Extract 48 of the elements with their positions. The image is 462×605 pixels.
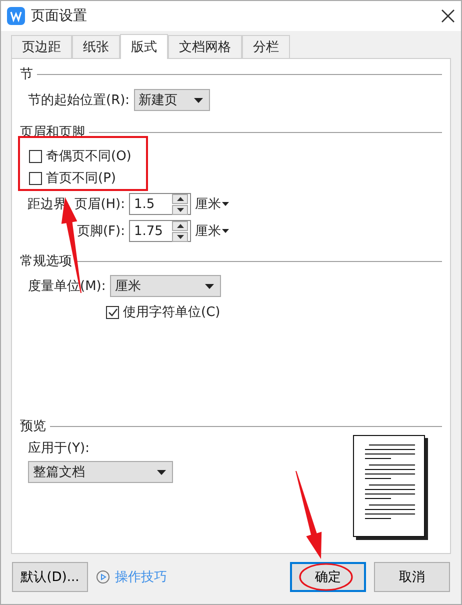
tab[interactable]: 页边距 <box>11 35 72 58</box>
spin-up-button[interactable] <box>172 220 188 230</box>
default-button[interactable]: 默认(D)... <box>12 562 88 592</box>
tab[interactable]: 版式 <box>120 34 168 59</box>
triangle-down-icon <box>176 208 184 212</box>
tab[interactable]: 纸张 <box>72 35 120 58</box>
caret-icon <box>222 202 229 206</box>
close-icon[interactable] <box>441 9 455 23</box>
triangle-down-icon <box>176 234 184 238</box>
field-label: 页脚(F): <box>76 223 125 240</box>
dropdown-caret-icon <box>204 284 214 288</box>
app-logo-icon <box>7 7 25 25</box>
spin-up-button[interactable] <box>172 194 188 204</box>
field-label: 节的起始位置(R): <box>28 92 130 109</box>
tab[interactable]: 分栏 <box>242 35 290 58</box>
number-field[interactable]: 1.75 <box>129 220 191 242</box>
unit-selector[interactable]: 厘米 <box>195 222 221 240</box>
triangle-up-icon <box>176 224 184 228</box>
field-label: 度量单位(M): <box>28 278 106 295</box>
spin-down-button[interactable] <box>172 232 188 242</box>
checkbox-label: 奇偶页不同(O) <box>46 148 132 165</box>
dropdown[interactable]: 新建页 <box>134 89 210 111</box>
number-field[interactable]: 1.5 <box>129 193 191 215</box>
section-heading: 节 <box>20 66 33 83</box>
spin-down-button[interactable] <box>172 204 188 214</box>
window-title: 页面设置 <box>31 7 88 25</box>
dialog-button[interactable]: 取消 <box>374 562 450 592</box>
checkbox[interactable] <box>106 306 119 318</box>
tab[interactable]: 文档网格 <box>168 35 242 58</box>
dialog-button[interactable]: 确定 <box>290 562 366 592</box>
dropdown-caret-icon <box>194 98 203 102</box>
play-icon <box>96 570 110 584</box>
field-label: 距边界 <box>28 196 67 213</box>
field-label: 页眉(H): <box>74 196 125 213</box>
section-heading: 预览 <box>20 418 46 435</box>
caret-icon <box>222 229 229 233</box>
triangle-up-icon <box>176 196 184 200</box>
dropdown-caret-icon <box>157 470 166 474</box>
unit-selector[interactable]: 厘米 <box>195 195 221 213</box>
dropdown[interactable]: 整篇文档 <box>28 461 173 483</box>
dropdown[interactable]: 厘米 <box>110 275 221 297</box>
checkbox-label: 使用字符单位(C) <box>123 304 220 321</box>
section-heading: 常规选项 <box>20 253 72 270</box>
highlight-ellipse <box>299 563 353 591</box>
field-label: 应用于(Y): <box>28 440 90 457</box>
checkbox-label: 首页不同(P) <box>46 170 116 187</box>
checkbox[interactable] <box>29 172 42 184</box>
checkbox[interactable] <box>29 150 42 162</box>
